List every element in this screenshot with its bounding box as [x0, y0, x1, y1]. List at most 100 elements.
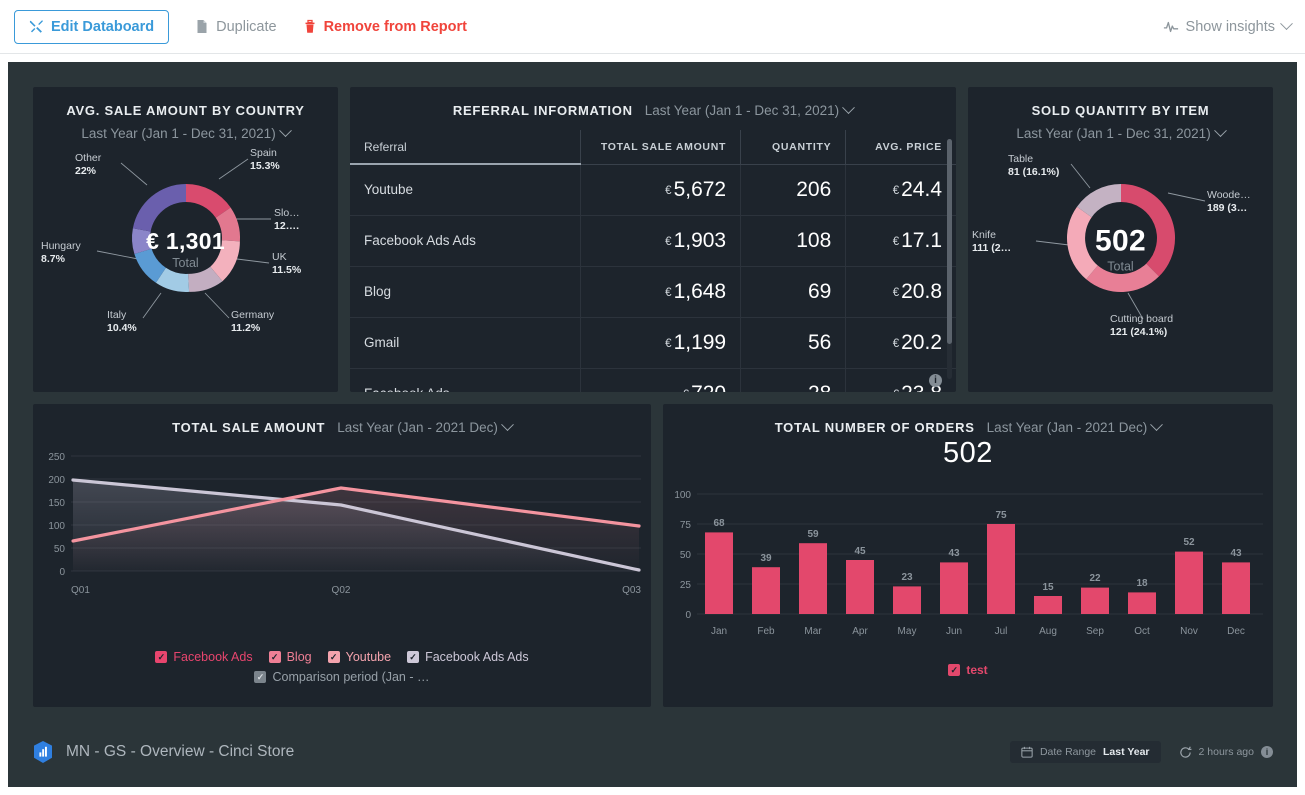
- svg-text:Jun: Jun: [946, 626, 962, 637]
- column-header-quantity[interactable]: QUANTITY: [741, 130, 846, 164]
- svg-text:Jul: Jul: [995, 626, 1008, 637]
- cell-referral: Facebook Ads: [350, 368, 580, 392]
- svg-text:52: 52: [1183, 537, 1195, 548]
- date-range-chip[interactable]: Date Range Last Year: [1010, 741, 1161, 763]
- widget-title: SOLD QUANTITY BY ITEM: [1032, 103, 1210, 118]
- svg-text:Q03: Q03: [622, 585, 641, 596]
- table-row[interactable]: Blog €1,648 69 €20.8: [350, 266, 956, 317]
- date-range-selector[interactable]: Last Year (Jan - 2021 Dec): [337, 420, 512, 435]
- date-range-selector[interactable]: Last Year (Jan 1 - Dec 31, 2021): [968, 126, 1273, 141]
- legend-item[interactable]: ✓ Youtube: [328, 650, 391, 664]
- column-header-avg-price[interactable]: AVG. PRICE: [846, 130, 956, 164]
- widget-header: AVG. SALE AMOUNT BY COUNTRY: [33, 87, 338, 118]
- widget-title: REFERRAL INFORMATION: [453, 103, 633, 118]
- widget-total-number-of-orders: TOTAL NUMBER OF ORDERS Last Year (Jan - …: [663, 404, 1273, 707]
- svg-text:200: 200: [48, 475, 65, 486]
- cell-quantity: 28: [741, 368, 846, 392]
- table-scrollbar-thumb[interactable]: [947, 139, 952, 344]
- dashboard-screen: Edit Databoard Duplicate Remove from Rep…: [0, 0, 1305, 795]
- chevron-down-icon: [1150, 418, 1163, 431]
- legend-item[interactable]: ✓ Blog: [269, 650, 312, 664]
- svg-text:May: May: [898, 626, 917, 637]
- remove-from-report-button[interactable]: Remove from Report: [303, 19, 467, 35]
- legend-item[interactable]: ✓ Comparison period (Jan - …: [73, 670, 611, 684]
- svg-text:Oct: Oct: [1134, 626, 1150, 637]
- table-row[interactable]: Gmail €1,199 56 €20.2: [350, 317, 956, 368]
- legend-checkbox[interactable]: ✓: [254, 671, 266, 683]
- legend-checkbox[interactable]: ✓: [407, 651, 419, 663]
- legend-item[interactable]: ✓ test: [948, 663, 987, 677]
- legend-label: Comparison period (Jan - …: [272, 670, 429, 684]
- bar-category-labels: Jan Feb Mar Apr May Jun Jul Aug Sep Oct …: [711, 626, 1245, 637]
- column-header-total-sale-amount[interactable]: TOTAL SALE AMOUNT: [580, 130, 740, 164]
- donut-label-cutting-board: Cutting board121 (24.1%): [1110, 313, 1173, 339]
- svg-text:22: 22: [1089, 573, 1101, 584]
- legend-checkbox[interactable]: ✓: [328, 651, 340, 663]
- date-range-chip-value: Last Year: [1103, 746, 1150, 758]
- svg-text:Q02: Q02: [332, 585, 351, 596]
- svg-text:100: 100: [48, 521, 65, 532]
- duplicate-button[interactable]: Duplicate: [195, 19, 276, 35]
- chevron-down-icon: [842, 101, 855, 114]
- last-refresh[interactable]: 2 hours ago i: [1179, 746, 1273, 759]
- cell-total: €720: [580, 368, 740, 392]
- calendar-icon: [1021, 746, 1033, 758]
- date-range-chip-label: Date Range: [1040, 746, 1096, 758]
- edit-databoard-button[interactable]: Edit Databoard: [14, 10, 169, 44]
- legend-checkbox[interactable]: ✓: [948, 664, 960, 676]
- widget-grid: AVG. SALE AMOUNT BY COUNTRY Last Year (J…: [33, 87, 1273, 707]
- legend-checkbox[interactable]: ✓: [269, 651, 281, 663]
- info-icon[interactable]: i: [1261, 746, 1273, 758]
- widget-sold-quantity-by-item: SOLD QUANTITY BY ITEM Last Year (Jan 1 -…: [968, 87, 1273, 392]
- legend-item[interactable]: ✓ Facebook Ads Ads: [407, 650, 529, 664]
- cell-quantity: 69: [741, 266, 846, 317]
- svg-text:39: 39: [760, 553, 772, 564]
- table-row[interactable]: Youtube €5,672 206 €24.4: [350, 164, 956, 215]
- svg-text:75: 75: [995, 510, 1007, 521]
- cell-avg-price: €20.2: [846, 317, 956, 368]
- date-range-label: Last Year (Jan 1 - Dec 31, 2021): [1016, 126, 1210, 141]
- donut-label-italy: Italy10.4%: [107, 309, 137, 335]
- info-icon[interactable]: i: [929, 374, 942, 387]
- show-insights-button[interactable]: Show insights: [1163, 19, 1291, 35]
- pulse-icon: [1163, 20, 1179, 34]
- date-range-selector[interactable]: Last Year (Jan 1 - Dec 31, 2021): [33, 126, 338, 141]
- date-range-selector[interactable]: Last Year (Jan - 2021 Dec): [987, 420, 1162, 435]
- table-row[interactable]: Facebook Ads €720 28 €23.8: [350, 368, 956, 392]
- date-range-label: Last Year (Jan - 2021 Dec): [987, 420, 1148, 435]
- date-range-selector[interactable]: Last Year (Jan 1 - Dec 31, 2021): [645, 103, 853, 118]
- referral-table: Referral TOTAL SALE AMOUNT QUANTITY AVG.…: [350, 130, 956, 392]
- svg-text:45: 45: [854, 546, 866, 557]
- donut-label-hungary: Hungary8.7%: [41, 240, 81, 266]
- legend-item[interactable]: ✓ Facebook Ads: [155, 650, 252, 664]
- svg-text:Mar: Mar: [804, 626, 822, 637]
- table-row[interactable]: Facebook Ads Ads €1,903 108 €17.1: [350, 215, 956, 266]
- donut-chart-country: € 1,301 Total Spain15.3% Slo…12…. UK11.5…: [33, 141, 338, 356]
- svg-text:0: 0: [685, 610, 691, 621]
- cell-referral: Gmail: [350, 317, 580, 368]
- donut-slices: [132, 184, 240, 292]
- legend-label: Blog: [287, 650, 312, 664]
- svg-text:Apr: Apr: [852, 626, 868, 637]
- donut-label-uk: UK11.5%: [272, 251, 301, 277]
- databoard-canvas: AVG. SALE AMOUNT BY COUNTRY Last Year (J…: [8, 62, 1297, 787]
- column-header-referral[interactable]: Referral: [350, 130, 580, 164]
- svg-text:Sep: Sep: [1086, 626, 1104, 637]
- widget-title: TOTAL SALE AMOUNT: [172, 420, 325, 435]
- cell-total: €1,648: [580, 266, 740, 317]
- svg-text:Nov: Nov: [1180, 626, 1198, 637]
- donut-chart-item: 502 Total Woode…189 (3… Cutting board121…: [968, 141, 1273, 356]
- widget-referral-information: REFERRAL INFORMATION Last Year (Jan 1 - …: [350, 87, 956, 392]
- svg-text:15: 15: [1042, 582, 1054, 593]
- donut-label-knife: Knife111 (2…: [972, 229, 1011, 255]
- svg-text:250: 250: [48, 452, 65, 463]
- cell-total: €5,672: [580, 164, 740, 215]
- chevron-down-icon: [501, 418, 514, 431]
- edit-databoard-label: Edit Databoard: [51, 19, 154, 35]
- chart-legend: ✓ Facebook Ads ✓ Blog ✓ Youtube ✓ Facebo…: [33, 650, 651, 684]
- cell-avg-price: €17.1: [846, 215, 956, 266]
- widget-total-sale-amount: TOTAL SALE AMOUNT Last Year (Jan - 2021 …: [33, 404, 651, 707]
- legend-checkbox[interactable]: ✓: [155, 651, 167, 663]
- bar-value-labels: 68 39 59 45 23 43 75 15 22 18 52 43: [713, 510, 1242, 593]
- date-range-label: Last Year (Jan - 2021 Dec): [337, 420, 498, 435]
